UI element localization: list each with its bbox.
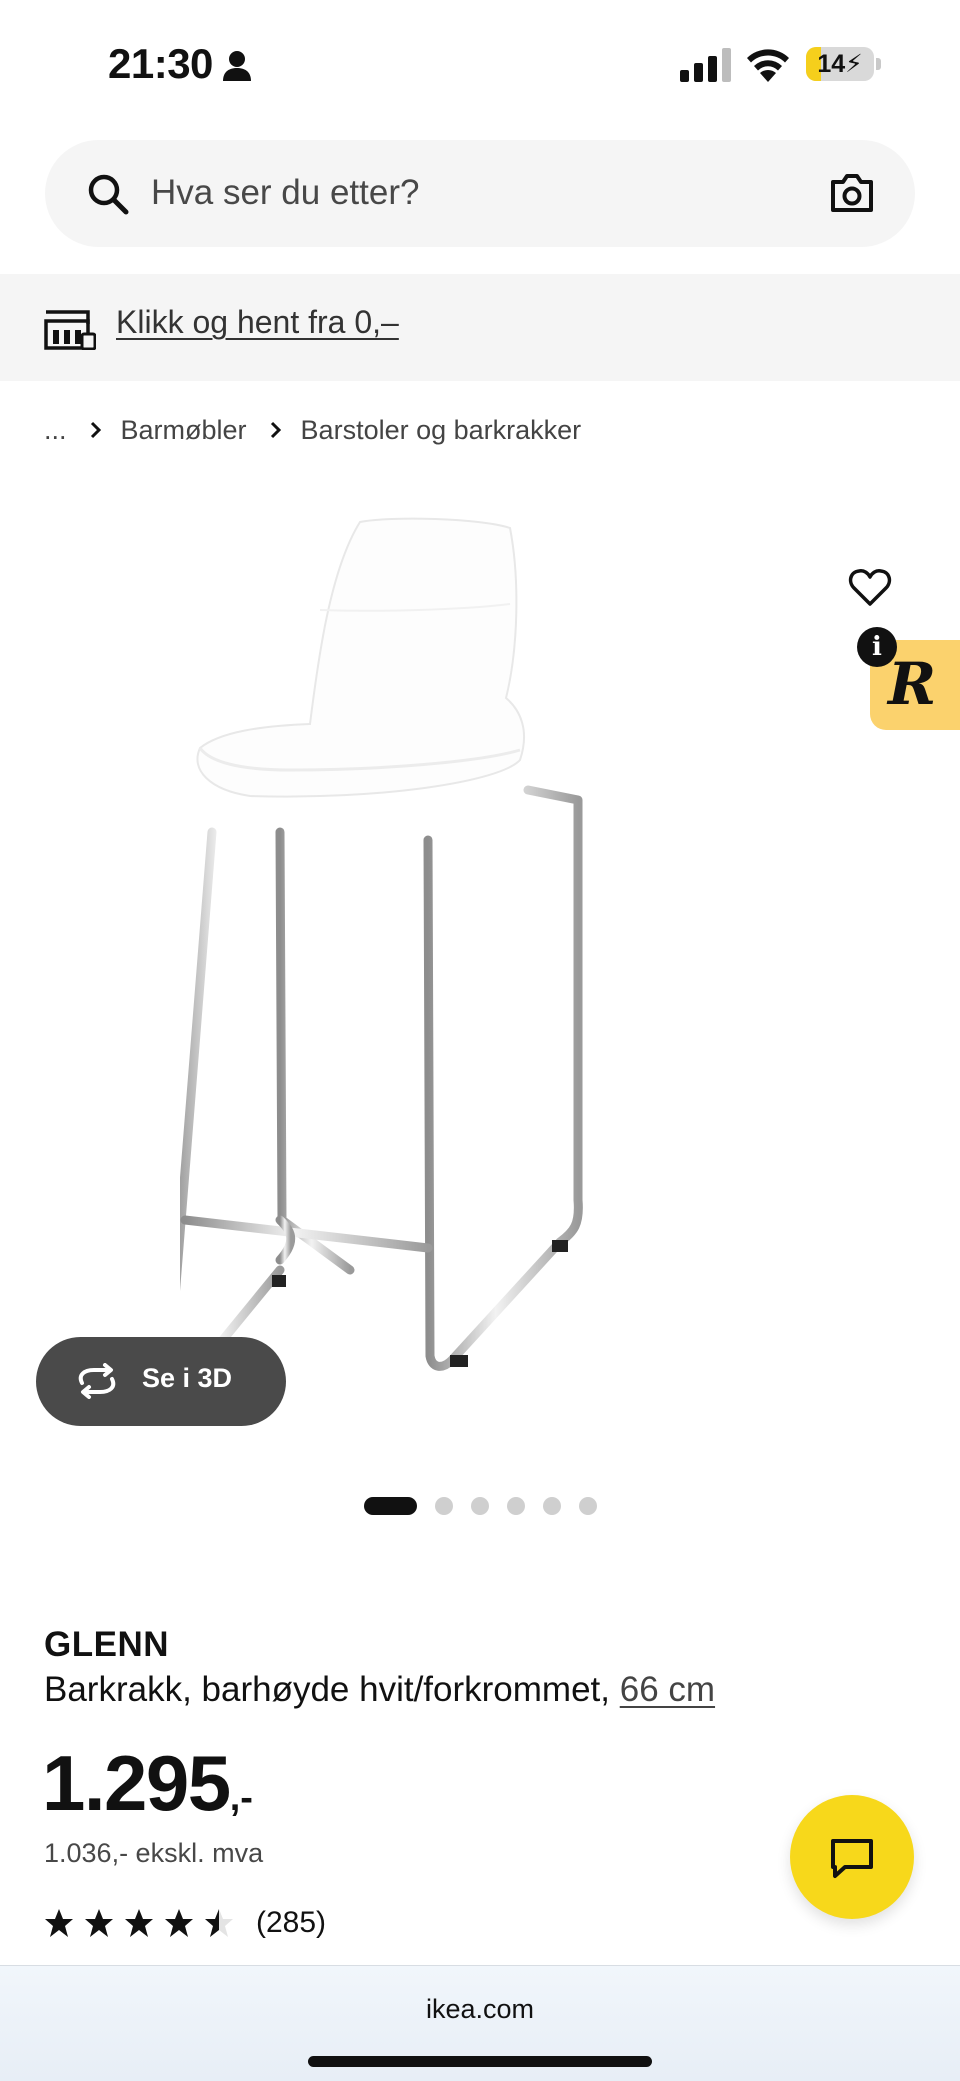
rotate-3d-icon xyxy=(78,1363,116,1399)
breadcrumb: ... Barmøbler Barstoler og barkrakker xyxy=(44,410,581,450)
star-icon xyxy=(165,1909,193,1937)
person-icon xyxy=(223,51,251,81)
chevron-right-icon xyxy=(270,421,281,439)
camera-icon[interactable] xyxy=(829,172,875,214)
star-icon xyxy=(125,1909,153,1937)
status-time: 21:30 xyxy=(108,40,213,87)
product-description-text: Barkrakk, barhøyde hvit/forkrommet, xyxy=(44,1670,620,1709)
click-collect-link[interactable]: Klikk og hent fra 0,– xyxy=(116,304,399,341)
battery-cap xyxy=(876,58,881,70)
status-bar: 21:30 14⚡ xyxy=(0,0,960,130)
product-image[interactable] xyxy=(180,500,780,1460)
url-label[interactable]: ikea.com xyxy=(0,1994,960,2025)
search-icon[interactable] xyxy=(87,173,129,215)
star-icon xyxy=(85,1909,113,1937)
carousel-dot[interactable] xyxy=(471,1497,489,1515)
wishlist-heart-icon[interactable] xyxy=(848,568,892,608)
breadcrumb-item-bar-stools[interactable]: Barstoler og barkrakker xyxy=(301,415,582,446)
product-price: 1.295,- xyxy=(42,1738,253,1829)
bolt-icon: ⚡ xyxy=(845,50,863,78)
browser-address-bar[interactable]: ikea.com xyxy=(0,1965,960,2081)
extension-logo: R xyxy=(888,650,937,718)
star-icon xyxy=(45,1909,73,1937)
breadcrumb-item-bar-furniture[interactable]: Barmøbler xyxy=(121,415,247,446)
product-description: Barkrakk, barhøyde hvit/forkrommet, 66 c… xyxy=(44,1670,715,1710)
chat-bubble-icon xyxy=(831,1839,873,1878)
cellular-signal-icon xyxy=(680,48,731,82)
search-input[interactable] xyxy=(151,162,751,224)
price-suffix: ,- xyxy=(229,1777,253,1819)
battery-level: 14 xyxy=(817,50,846,78)
chevron-right-icon xyxy=(90,421,101,439)
store-pickup-icon xyxy=(44,310,96,350)
home-indicator[interactable] xyxy=(308,2056,652,2067)
review-count[interactable]: (285) xyxy=(256,1906,326,1940)
battery-charging-icon: 14⚡ xyxy=(806,47,874,81)
carousel-dot[interactable] xyxy=(507,1497,525,1515)
view-in-3d-button[interactable]: Se i 3D xyxy=(36,1337,286,1426)
chat-button[interactable] xyxy=(790,1795,914,1919)
info-icon[interactable]: i xyxy=(857,627,897,667)
carousel-dot[interactable] xyxy=(543,1497,561,1515)
product-name: GLENN xyxy=(44,1625,169,1664)
carousel-dot[interactable] xyxy=(435,1497,453,1515)
price-excluding-vat: 1.036,- ekskl. mva xyxy=(44,1838,264,1868)
price-main: 1.295 xyxy=(42,1739,231,1827)
product-size-link[interactable]: 66 cm xyxy=(620,1670,715,1709)
search-bar[interactable] xyxy=(45,140,915,247)
click-collect-banner[interactable]: Klikk og hent fra 0,– xyxy=(0,274,960,381)
breadcrumb-item-more[interactable]: ... xyxy=(44,415,67,446)
carousel-dot[interactable] xyxy=(364,1497,417,1515)
wifi-icon xyxy=(747,49,789,82)
star-icon xyxy=(205,1909,233,1937)
carousel-dot[interactable] xyxy=(579,1497,597,1515)
view-in-3d-label: Se i 3D xyxy=(142,1363,233,1393)
